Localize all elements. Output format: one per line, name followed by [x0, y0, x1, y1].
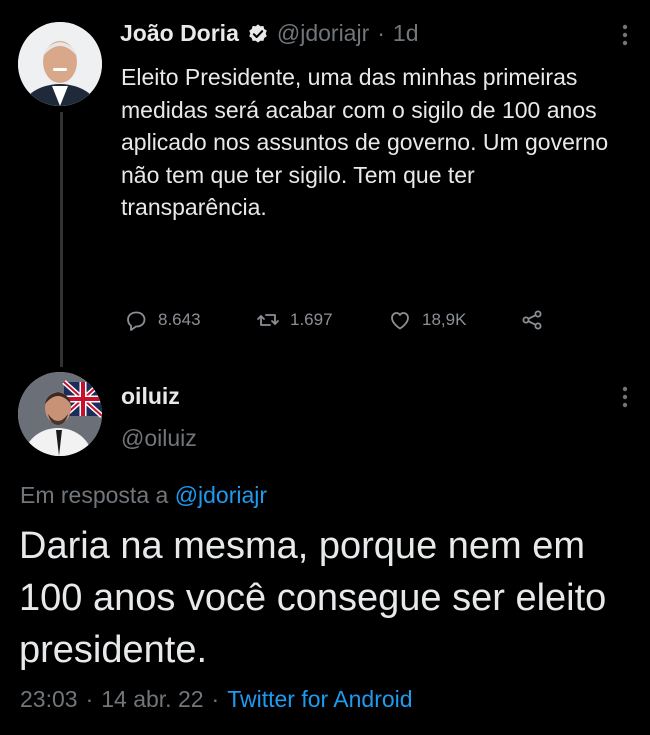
heart-icon — [388, 308, 412, 332]
reply-date[interactable]: 14 abr. 22 — [101, 686, 203, 713]
verified-badge-icon — [247, 23, 269, 45]
reply-author-handle[interactable]: @oiluiz — [121, 425, 197, 452]
author-avatar[interactable] — [18, 22, 102, 106]
meta-separator-2: · — [211, 686, 220, 712]
reply-source-link[interactable]: Twitter for Android — [227, 686, 412, 713]
reply-time[interactable]: 23:03 — [20, 686, 78, 713]
like-count: 18,9K — [422, 310, 467, 329]
retweet-button[interactable]: 1.697 — [256, 308, 333, 332]
reply-meta: 23:03 · 14 abr. 22 · Twitter for Android — [20, 686, 413, 713]
retweet-icon — [256, 308, 280, 332]
tweet-age[interactable]: 1d — [393, 20, 419, 47]
author-name[interactable]: João Doria — [120, 20, 239, 47]
more-vertical-icon[interactable] — [618, 22, 632, 54]
reply-avatar-image — [18, 372, 102, 456]
meta-separator-1: · — [85, 686, 94, 712]
in-reply-prefix: Em resposta a — [20, 482, 169, 508]
tweet-actions: 8.643 1.697 18,9K — [124, 308, 554, 336]
reply-count: 8.643 — [158, 310, 201, 329]
reply-text: Daria na mesma, porque nem em 100 anos v… — [19, 525, 607, 671]
retweet-count: 1.697 — [290, 310, 333, 329]
reply-author-avatar[interactable] — [18, 372, 102, 456]
reply-more-vertical-icon[interactable] — [618, 384, 632, 416]
header-separator: · — [377, 20, 385, 46]
share-icon — [520, 308, 544, 332]
reply-author-name[interactable]: oiluiz — [121, 383, 180, 410]
reply-icon — [124, 308, 148, 332]
avatar-image — [18, 22, 102, 106]
reply-button[interactable]: 8.643 — [124, 308, 201, 332]
like-button[interactable]: 18,9K — [388, 308, 466, 332]
tweet-header: João Doria @jdoriajr · 1d — [120, 20, 419, 47]
in-reply-handle-link[interactable]: @jdoriajr — [175, 482, 267, 508]
author-handle[interactable]: @jdoriajr — [277, 20, 369, 47]
in-reply-to: Em resposta a @jdoriajr — [20, 482, 267, 509]
thread-connector — [60, 112, 63, 367]
share-button[interactable] — [520, 308, 544, 332]
tweet-text: Eleito Presidente, uma das minhas primei… — [121, 64, 609, 220]
